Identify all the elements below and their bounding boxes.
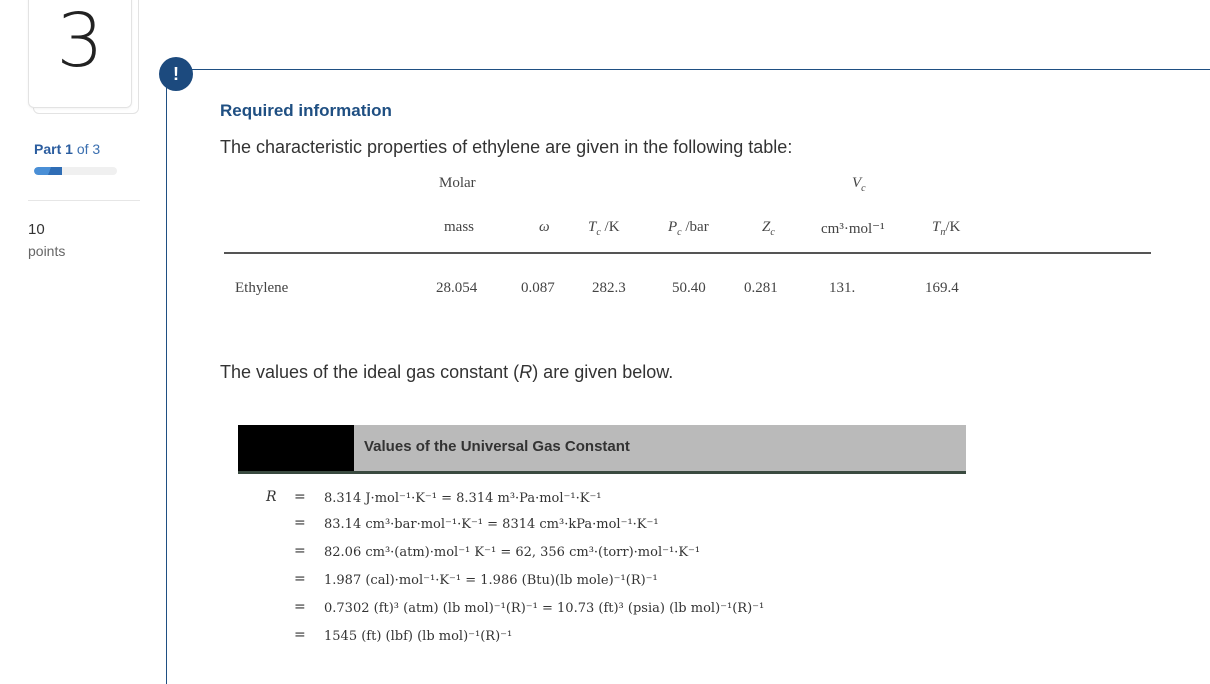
part-of: of 3	[76, 141, 101, 157]
col-header-vc-units: cm³·mol⁻¹	[821, 221, 885, 237]
col-header-tn: Tn/K	[932, 219, 961, 238]
part-progress-fill	[34, 167, 62, 175]
gas-constant-line: 83.14 cm³·bar·mol⁻¹·K⁻¹ = 8314 cm³·kPa·m…	[324, 517, 659, 532]
gas-constant-symbol: R	[266, 489, 277, 505]
points-value: 10	[28, 221, 45, 238]
equals-sign: =	[294, 489, 306, 505]
equals-sign: =	[294, 627, 306, 643]
header-molar: Molar	[439, 175, 476, 191]
cell-tn: 169.4	[925, 280, 959, 296]
part-label: Part 1	[34, 141, 73, 157]
gas-constant-line: 82.06 cm³·(atm)·mol⁻¹ K⁻¹ = 62, 356 cm³·…	[324, 545, 701, 560]
gas-constant-rule	[238, 471, 966, 474]
points-label: points	[28, 243, 66, 259]
cell-tc: 282.3	[592, 280, 626, 296]
timeline-vertical-line	[166, 84, 167, 684]
header-black-block	[238, 425, 354, 471]
equals-sign: =	[294, 515, 306, 531]
cell-zc: 0.281	[744, 280, 778, 296]
gas-constant-line: 0.7302 (ft)³ (atm) (lb mol)⁻¹(R)⁻¹ = 10.…	[324, 601, 765, 616]
col-header-tc: Tc /K	[588, 219, 620, 238]
part-indicator: Part 1 of 3	[34, 141, 100, 157]
col-header-omega: ω	[539, 219, 550, 235]
equals-sign: =	[294, 543, 306, 559]
gas-constant-line: 1.987 (cal)·mol⁻¹·K⁻¹ = 1.986 (Btu)(lb m…	[324, 573, 658, 588]
sidebar-divider	[28, 200, 140, 201]
col-header-zc: Zc	[762, 219, 775, 238]
equals-sign: =	[294, 571, 306, 587]
gas-constant-line: 1545 (ft) (lbf) (lb mol)⁻¹(R)⁻¹	[324, 629, 513, 644]
header-vc: Vc	[852, 175, 866, 194]
question-number: 3	[56, 0, 104, 84]
timeline-horizontal-line	[192, 69, 1210, 70]
alert-icon: !	[159, 57, 193, 91]
cell-vc: 131.	[829, 280, 856, 296]
gas-constant-intro: The values of the ideal gas constant (R)…	[220, 362, 674, 382]
gas-constant-header: Values of the Universal Gas Constant	[238, 425, 966, 471]
cell-mass: 28.054	[436, 280, 478, 296]
cell-pc: 50.40	[672, 280, 706, 296]
gas-constant-title: Values of the Universal Gas Constant	[364, 438, 630, 455]
required-information-heading: Required information	[220, 101, 392, 120]
table-intro-text: The characteristic properties of ethylen…	[220, 137, 793, 157]
cell-name: Ethylene	[235, 280, 289, 296]
gas-constant-line: 8.314 J·mol⁻¹·K⁻¹ = 8.314 m³·Pa·mol⁻¹·K⁻…	[324, 491, 602, 506]
table-header-rule	[224, 252, 1151, 254]
question-number-card[interactable]: 3	[28, 0, 132, 108]
col-header-mass: mass	[444, 219, 474, 235]
col-header-pc: Pc /bar	[668, 219, 709, 238]
equals-sign: =	[294, 599, 306, 615]
part-progress-bar	[34, 167, 117, 175]
cell-omega: 0.087	[521, 280, 555, 296]
